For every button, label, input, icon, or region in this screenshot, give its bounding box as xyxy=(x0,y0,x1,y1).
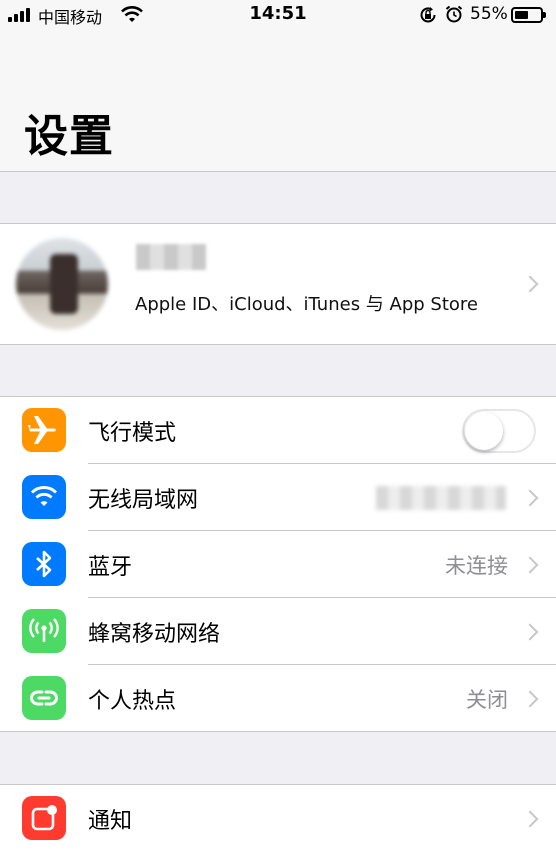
profile-name-blurred xyxy=(136,244,206,270)
battery-icon xyxy=(511,7,546,23)
antenna-icon xyxy=(22,609,66,653)
chevron-right-icon xyxy=(521,275,539,293)
status-bar: 中国移动 14:51 55% xyxy=(0,0,556,30)
battery-percent: 55% xyxy=(470,4,508,24)
chevron-right-icon xyxy=(521,690,539,708)
bluetooth-label: 蓝牙 xyxy=(88,555,133,580)
apple-id-row[interactable]: Apple ID、iCloud、iTunes 与 App Store xyxy=(0,223,556,345)
wifi-network-name-blurred xyxy=(376,486,506,510)
notifications-label: 通知 xyxy=(88,809,133,834)
notifications-group: 通知 xyxy=(0,784,556,865)
notification-icon xyxy=(22,796,66,840)
battery-level xyxy=(515,11,528,19)
bluetooth-icon xyxy=(22,542,66,586)
avatar xyxy=(16,238,108,330)
chevron-right-icon xyxy=(521,623,539,641)
hotspot-label: 个人热点 xyxy=(88,689,177,714)
airplane-icon xyxy=(22,408,66,452)
profile-subtitle: Apple ID、iCloud、iTunes 与 App Store xyxy=(135,294,478,315)
chevron-right-icon xyxy=(521,810,539,828)
chevron-right-icon xyxy=(521,556,539,574)
setting-row-hotspot[interactable]: 个人热点 关闭 xyxy=(0,665,556,732)
wifi-label: 无线局域网 xyxy=(88,488,199,513)
cellular-label: 蜂窝移动网络 xyxy=(88,622,221,647)
hotspot-status: 关闭 xyxy=(466,688,508,712)
setting-row-airplane[interactable]: 飞行模式 xyxy=(0,397,556,464)
chevron-right-icon xyxy=(521,489,539,507)
connectivity-group: 飞行模式 无线局域网 蓝牙 未连接 蜂窝移动网络 个人热点 关闭 xyxy=(0,396,556,732)
header: 设置 xyxy=(0,30,556,172)
rotation-lock-icon xyxy=(420,7,436,23)
bluetooth-status: 未连接 xyxy=(445,554,508,578)
airplane-label: 飞行模式 xyxy=(88,421,177,446)
setting-row-bluetooth[interactable]: 蓝牙 未连接 xyxy=(0,531,556,598)
setting-row-cellular[interactable]: 蜂窝移动网络 xyxy=(0,598,556,665)
airplane-mode-toggle[interactable] xyxy=(462,409,536,453)
setting-row-notifications[interactable]: 通知 xyxy=(0,785,556,852)
setting-row-wifi[interactable]: 无线局域网 xyxy=(0,464,556,531)
wifi-icon xyxy=(22,475,66,519)
page-title: 设置 xyxy=(24,111,114,162)
alarm-icon xyxy=(445,5,463,23)
hotspot-icon xyxy=(22,676,66,720)
